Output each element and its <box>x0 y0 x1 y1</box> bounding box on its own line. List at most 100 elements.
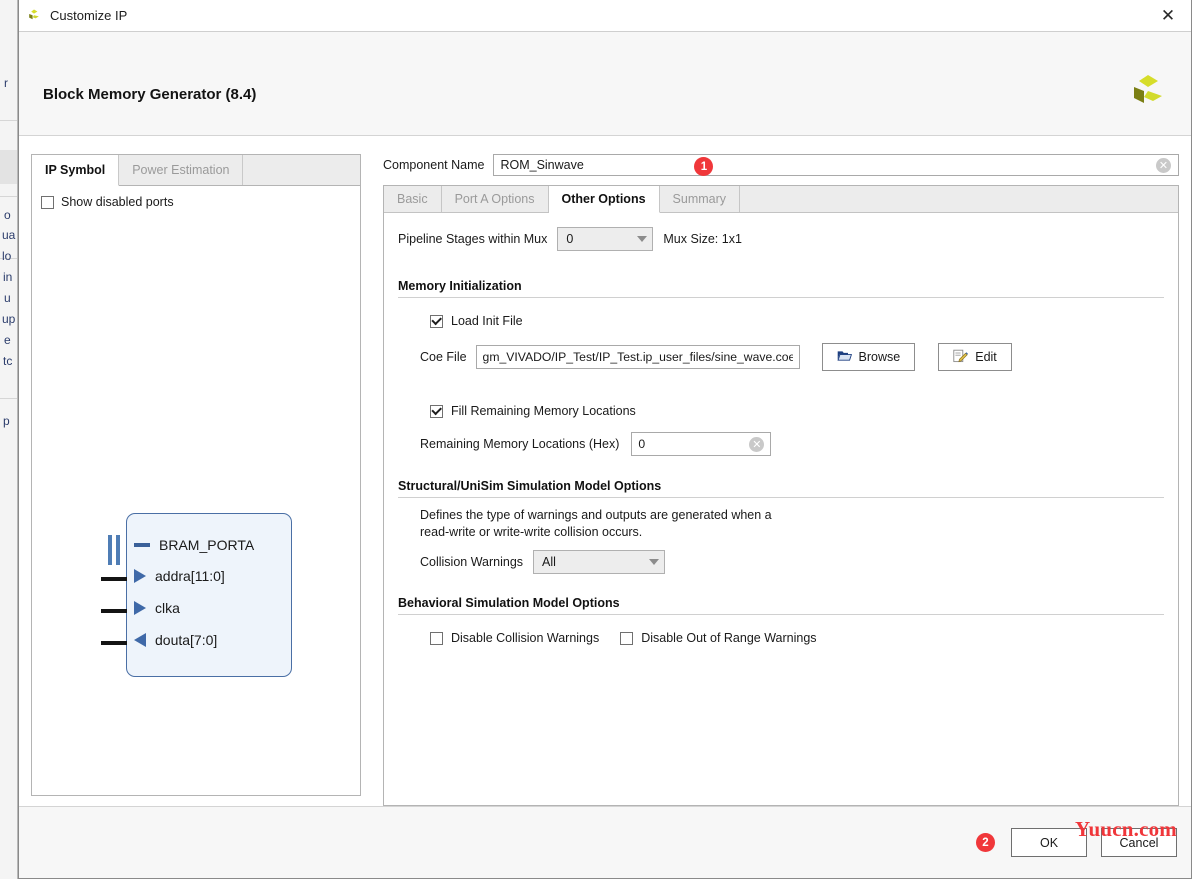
coe-file-field[interactable]: gm_VIVADO/IP_Test/IP_Test.ip_user_files/… <box>475 345 800 369</box>
structural-description-line2: read-write or write-write collision occu… <box>420 525 643 539</box>
section-divider <box>398 614 1164 615</box>
bg-text-fragment: lo <box>2 249 12 263</box>
background-window-left: r o ua lo in u up e tc p <box>0 0 18 879</box>
bg-text-fragment: u <box>4 291 11 305</box>
load-init-file-label: Load Init File <box>451 314 523 328</box>
coe-file-value: gm_VIVADO/IP_Test/IP_Test.ip_user_files/… <box>482 350 793 364</box>
load-init-file-row: Load Init File <box>430 314 1164 328</box>
tab-ip-symbol-label: IP Symbol <box>45 163 106 177</box>
ip-symbol-panel: IP Symbol Power Estimation Show disabled… <box>31 154 361 796</box>
load-init-file-checkbox[interactable] <box>430 314 443 328</box>
dialog-footer: 2 OK Cancel Yuucn.com <box>19 806 1191 878</box>
tab-port-a-options-label: Port A Options <box>454 192 535 206</box>
tab-power-estimation[interactable]: Power Estimation <box>119 155 244 185</box>
edit-button[interactable]: Edit <box>938 343 1012 371</box>
disable-collision-warnings-label: Disable Collision Warnings <box>451 631 600 645</box>
clear-icon[interactable]: ✕ <box>1156 157 1171 173</box>
bg-text-fragment: e <box>4 333 11 347</box>
tab-port-a-options[interactable]: Port A Options <box>442 186 549 212</box>
show-disabled-ports-checkbox[interactable] <box>41 195 54 209</box>
ok-button[interactable]: OK <box>1011 828 1087 857</box>
ip-symbol-drawing: BRAM_PORTA addra[11:0] clka douta[7:0] <box>96 513 292 677</box>
page-title: Block Memory Generator (8.4) <box>43 86 257 103</box>
collision-warnings-select[interactable]: All <box>533 550 666 574</box>
structural-simulation-title: Structural/UniSim Simulation Model Optio… <box>398 479 662 493</box>
pipeline-stages-row: Pipeline Stages within Mux 0 Mux Size: 1… <box>398 227 1164 251</box>
browse-button[interactable]: Browse <box>821 343 916 371</box>
ip-symbol-port-label: addra[11:0] <box>155 568 225 584</box>
clear-icon[interactable]: ✕ <box>749 436 765 452</box>
fill-remaining-checkbox[interactable] <box>430 404 443 418</box>
ip-symbol-title: BRAM_PORTA <box>159 537 255 553</box>
remaining-hex-field[interactable]: 0 ✕ <box>631 432 772 456</box>
bg-text-fragment: r <box>4 76 8 90</box>
port-stub-line <box>101 609 127 613</box>
ip-symbol-canvas: BRAM_PORTA addra[11:0] clka douta[7:0] <box>32 209 360 795</box>
coe-file-label: Coe File <box>420 350 467 364</box>
tab-power-estimation-label: Power Estimation <box>132 163 230 177</box>
collision-warnings-value: All <box>542 555 556 569</box>
chevron-down-icon <box>649 559 660 565</box>
dialog-title: Customize IP <box>50 8 128 23</box>
bg-text-fragment: o <box>4 208 11 222</box>
output-port-arrow-icon <box>134 633 146 647</box>
remaining-hex-row: Remaining Memory Locations (Hex) 0 ✕ <box>420 432 1164 456</box>
folder-open-icon <box>837 349 852 365</box>
ip-symbol-port-label: douta[7:0] <box>155 632 218 648</box>
coe-file-row: Coe File gm_VIVADO/IP_Test/IP_Test.ip_us… <box>420 343 1164 371</box>
collision-warnings-row: Collision Warnings All <box>420 550 1164 574</box>
step-badge-2: 2 <box>976 833 995 852</box>
fill-remaining-row: Fill Remaining Memory Locations <box>430 404 1164 418</box>
bg-text-fragment: ua <box>2 228 16 242</box>
pipeline-stages-select[interactable]: 0 <box>557 227 654 251</box>
xilinx-logo-icon <box>27 8 42 23</box>
other-options-content: Pipeline Stages within Mux 0 Mux Size: 1… <box>384 213 1178 805</box>
component-name-input[interactable] <box>494 155 655 175</box>
tab-other-options-label: Other Options <box>561 192 646 206</box>
disable-out-of-range-warnings-label: Disable Out of Range Warnings <box>641 631 817 645</box>
memory-initialization-section: Memory Initialization Load Init File Coe… <box>398 279 1164 456</box>
ip-symbol-port-addra: addra[11:0] <box>134 568 225 584</box>
dialog-header: Block Memory Generator (8.4) Documentati… <box>19 32 1191 154</box>
chevron-down-icon <box>637 236 648 242</box>
collision-warnings-label: Collision Warnings <box>420 555 524 569</box>
section-divider <box>398 297 1164 298</box>
edit-button-label: Edit <box>975 350 997 364</box>
close-icon[interactable]: ✕ <box>1145 0 1191 31</box>
cancel-button[interactable]: Cancel <box>1101 828 1177 857</box>
tab-basic[interactable]: Basic <box>384 186 442 212</box>
tab-other-options[interactable]: Other Options <box>548 186 660 213</box>
bg-text-fragment: in <box>3 270 13 284</box>
ok-button-label: OK <box>1039 835 1059 850</box>
structural-description-line1: Defines the type of warnings and outputs… <box>420 508 772 522</box>
ip-symbol-title-row: BRAM_PORTA <box>134 537 254 553</box>
structural-simulation-section: Structural/UniSim Simulation Model Optio… <box>398 479 1164 574</box>
dialog-titlebar: Customize IP ✕ <box>19 0 1191 32</box>
remaining-hex-label: Remaining Memory Locations (Hex) <box>420 437 620 451</box>
behavioral-checkbox-row: Disable Collision Warnings Disable Out o… <box>430 631 1164 645</box>
browse-button-label: Browse <box>858 350 901 364</box>
options-tab-panel: Basic Port A Options Other Options Summa… <box>383 185 1179 806</box>
customize-ip-dialog: Customize IP ✕ Block Memory Generator (8… <box>18 0 1192 879</box>
pipeline-stages-value: 0 <box>566 232 574 246</box>
tab-summary[interactable]: Summary <box>660 186 741 212</box>
pipeline-stages-label: Pipeline Stages within Mux <box>398 232 548 246</box>
component-name-field[interactable]: 1 ✕ <box>493 154 1179 176</box>
input-port-arrow-icon <box>134 569 146 583</box>
behavioral-simulation-section: Behavioral Simulation Model Options Disa… <box>398 596 1164 645</box>
dialog-body: IP Symbol Power Estimation Show disabled… <box>19 136 1191 806</box>
xilinx-logo-icon <box>1129 72 1169 117</box>
left-panel-tabs: IP Symbol Power Estimation <box>32 155 360 186</box>
memory-initialization-title: Memory Initialization <box>398 279 522 293</box>
tab-summary-label: Summary <box>672 192 727 206</box>
tab-ip-symbol[interactable]: IP Symbol <box>32 155 120 186</box>
port-stub-line <box>101 577 127 581</box>
ip-symbol-port-clka: clka <box>134 600 180 616</box>
step-badge-1: 1 <box>694 157 714 176</box>
bg-text-fragment: tc <box>3 354 13 368</box>
disable-out-of-range-warnings-checkbox[interactable] <box>620 631 634 645</box>
bg-text-fragment: up <box>2 312 16 326</box>
port-stub-line <box>101 641 127 645</box>
pencil-edit-icon <box>953 349 969 366</box>
disable-collision-warnings-checkbox[interactable] <box>430 631 443 645</box>
